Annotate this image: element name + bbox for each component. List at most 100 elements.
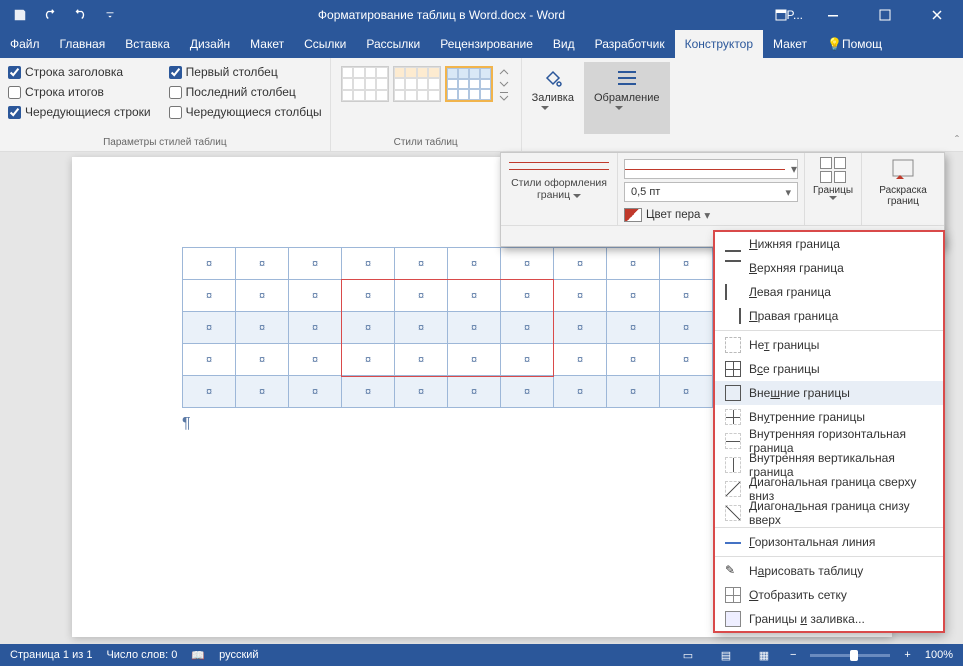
opt-banded-cols[interactable]: Чередующиеся столбцы	[169, 102, 322, 122]
dialog-icon	[725, 611, 741, 627]
tab-layout[interactable]: Макет	[240, 30, 294, 58]
border-right-icon	[725, 308, 741, 324]
bm-right[interactable]: Правая граница	[715, 304, 943, 328]
tab-file[interactable]: Файл	[0, 30, 50, 58]
save-button[interactable]	[6, 1, 34, 29]
border-diag-up-icon	[725, 505, 741, 521]
style-preset-2[interactable]	[393, 66, 441, 102]
borders-button[interactable]: Границы	[804, 153, 861, 225]
group-label-options: Параметры стилей таблиц	[8, 135, 322, 151]
view-print-icon[interactable]: ▤	[714, 645, 738, 665]
style-preset-3[interactable]	[445, 66, 493, 102]
tab-references[interactable]: Ссылки	[294, 30, 356, 58]
shading-button[interactable]: Заливка	[522, 62, 584, 134]
tab-mailings[interactable]: Рассылки	[356, 30, 430, 58]
bm-outer[interactable]: Внешние границы	[715, 381, 943, 405]
tab-table-layout[interactable]: Макет	[763, 30, 817, 58]
tab-view[interactable]: Вид	[543, 30, 585, 58]
close-button[interactable]	[915, 0, 959, 30]
painter-icon	[890, 157, 916, 183]
minimize-button[interactable]	[811, 0, 855, 30]
bm-left[interactable]: Левая граница	[715, 280, 943, 304]
window-title: Форматирование таблиц в Word.docx - Word	[124, 8, 759, 22]
chevron-down-icon	[615, 106, 639, 130]
undo-button[interactable]	[36, 1, 64, 29]
zoom-slider[interactable]	[810, 654, 890, 657]
tab-design[interactable]: Дизайн	[180, 30, 240, 58]
border-diag-down-icon	[725, 481, 741, 497]
border-styles-gallery[interactable]: Стили оформления границ	[501, 153, 618, 225]
bm-inner[interactable]: Внутренние границы	[715, 405, 943, 429]
border-painter-button[interactable]: Раскраска границ	[861, 153, 944, 225]
bm-bottom[interactable]: Нижняя граница	[715, 232, 943, 256]
view-read-icon[interactable]: ▭	[676, 645, 700, 665]
bm-none[interactable]: Нет границы	[715, 333, 943, 357]
pen-color-button[interactable]: Цвет пера▾	[624, 205, 798, 225]
status-language[interactable]: русский	[219, 649, 258, 661]
border-inner-h-icon	[725, 433, 741, 449]
zoom-in-button[interactable]: +	[904, 649, 910, 661]
bm-all[interactable]: Все границы	[715, 357, 943, 381]
bm-top[interactable]: Верхняя граница	[715, 256, 943, 280]
gallery-down-icon[interactable]	[499, 79, 509, 89]
chevron-down-icon	[541, 106, 565, 130]
bm-draw[interactable]: ✎Нарисовать таблицу	[715, 559, 943, 583]
tab-review[interactable]: Рецензирование	[430, 30, 543, 58]
status-page[interactable]: Страница 1 из 1	[10, 649, 92, 661]
bm-borders-shading[interactable]: Границы и заливка...	[715, 607, 943, 631]
border-lines-icon	[615, 66, 639, 90]
tell-me[interactable]: 💡 Помощ	[817, 30, 892, 58]
opt-last-col[interactable]: Последний столбец	[169, 82, 322, 102]
borders-split-button[interactable]: Обрамление	[584, 62, 670, 134]
zoom-level[interactable]: 100%	[925, 649, 953, 661]
border-left-icon	[725, 284, 741, 300]
group-table-styles: Стили таблиц	[331, 58, 522, 151]
borders-grid-icon	[820, 157, 846, 183]
opt-header-row[interactable]: Строка заголовка	[8, 62, 151, 82]
gallery-up-icon[interactable]	[499, 67, 509, 77]
group-label-styles: Стили таблиц	[339, 135, 513, 151]
tab-table-design[interactable]: Конструктор	[675, 30, 763, 58]
collapse-ribbon-icon[interactable]: ˆ	[955, 133, 959, 147]
ribbon-tabs: Файл Главная Вставка Дизайн Макет Ссылки…	[0, 30, 963, 58]
hline-icon	[725, 534, 741, 550]
paragraph-mark: ¶	[182, 415, 191, 433]
tab-insert[interactable]: Вставка	[115, 30, 180, 58]
border-all-icon	[725, 361, 741, 377]
gallery-more-icon[interactable]	[499, 91, 509, 101]
opt-banded-rows[interactable]: Чередующиеся строки	[8, 102, 151, 122]
border-inner-icon	[725, 409, 741, 425]
document-table[interactable]: ¤¤¤¤¤¤¤¤¤¤ ¤¤¤¤¤¤¤¤¤¤ ¤¤¤¤¤¤¤¤¤¤ ¤¤¤¤¤¤¤…	[182, 247, 713, 408]
bm-diag-up[interactable]: Диагональная граница снизу вверх	[715, 501, 943, 525]
line-weight-select[interactable]: 0,5 пт▾	[624, 182, 798, 202]
bucket-icon	[541, 66, 565, 90]
bm-inner-h[interactable]: Внутренняя горизонтальная граница	[715, 429, 943, 453]
maximize-button[interactable]	[863, 0, 907, 30]
bm-hline[interactable]: Горизонтальная линия	[715, 530, 943, 554]
pencil-icon: ✎	[725, 563, 741, 579]
bm-grid[interactable]: Отобразить сетку	[715, 583, 943, 607]
grid-icon	[725, 587, 741, 603]
pen-color-swatch	[624, 208, 642, 222]
ribbon: Строка заголовка Строка итогов Чередующи…	[0, 58, 963, 152]
status-words[interactable]: Число слов: 0	[106, 649, 177, 661]
opt-total-row[interactable]: Строка итогов	[8, 82, 151, 102]
bm-diag-down[interactable]: Диагональная граница сверху вниз	[715, 477, 943, 501]
line-style-select[interactable]: ▾	[624, 159, 798, 179]
titlebar: Форматирование таблиц в Word.docx - Word…	[0, 0, 963, 30]
status-proofing-icon[interactable]: 📖	[191, 649, 205, 662]
qat-customize[interactable]	[96, 1, 124, 29]
tab-home[interactable]: Главная	[50, 30, 116, 58]
tab-developer[interactable]: Разработчик	[585, 30, 675, 58]
view-web-icon[interactable]: ▦	[752, 645, 776, 665]
zoom-out-button[interactable]: −	[790, 649, 796, 661]
statusbar: Страница 1 из 1 Число слов: 0 📖 русский …	[0, 644, 963, 666]
share-label[interactable]: P...	[787, 0, 803, 30]
style-preset-1[interactable]	[341, 66, 389, 102]
bm-inner-v[interactable]: Внутренняя вертикальная граница	[715, 453, 943, 477]
border-bottom-icon	[725, 236, 741, 252]
opt-first-col[interactable]: Первый столбец	[169, 62, 322, 82]
borders-menu: Нижняя граница Верхняя граница Левая гра…	[714, 231, 944, 632]
redo-button[interactable]	[66, 1, 94, 29]
border-outer-icon	[725, 385, 741, 401]
